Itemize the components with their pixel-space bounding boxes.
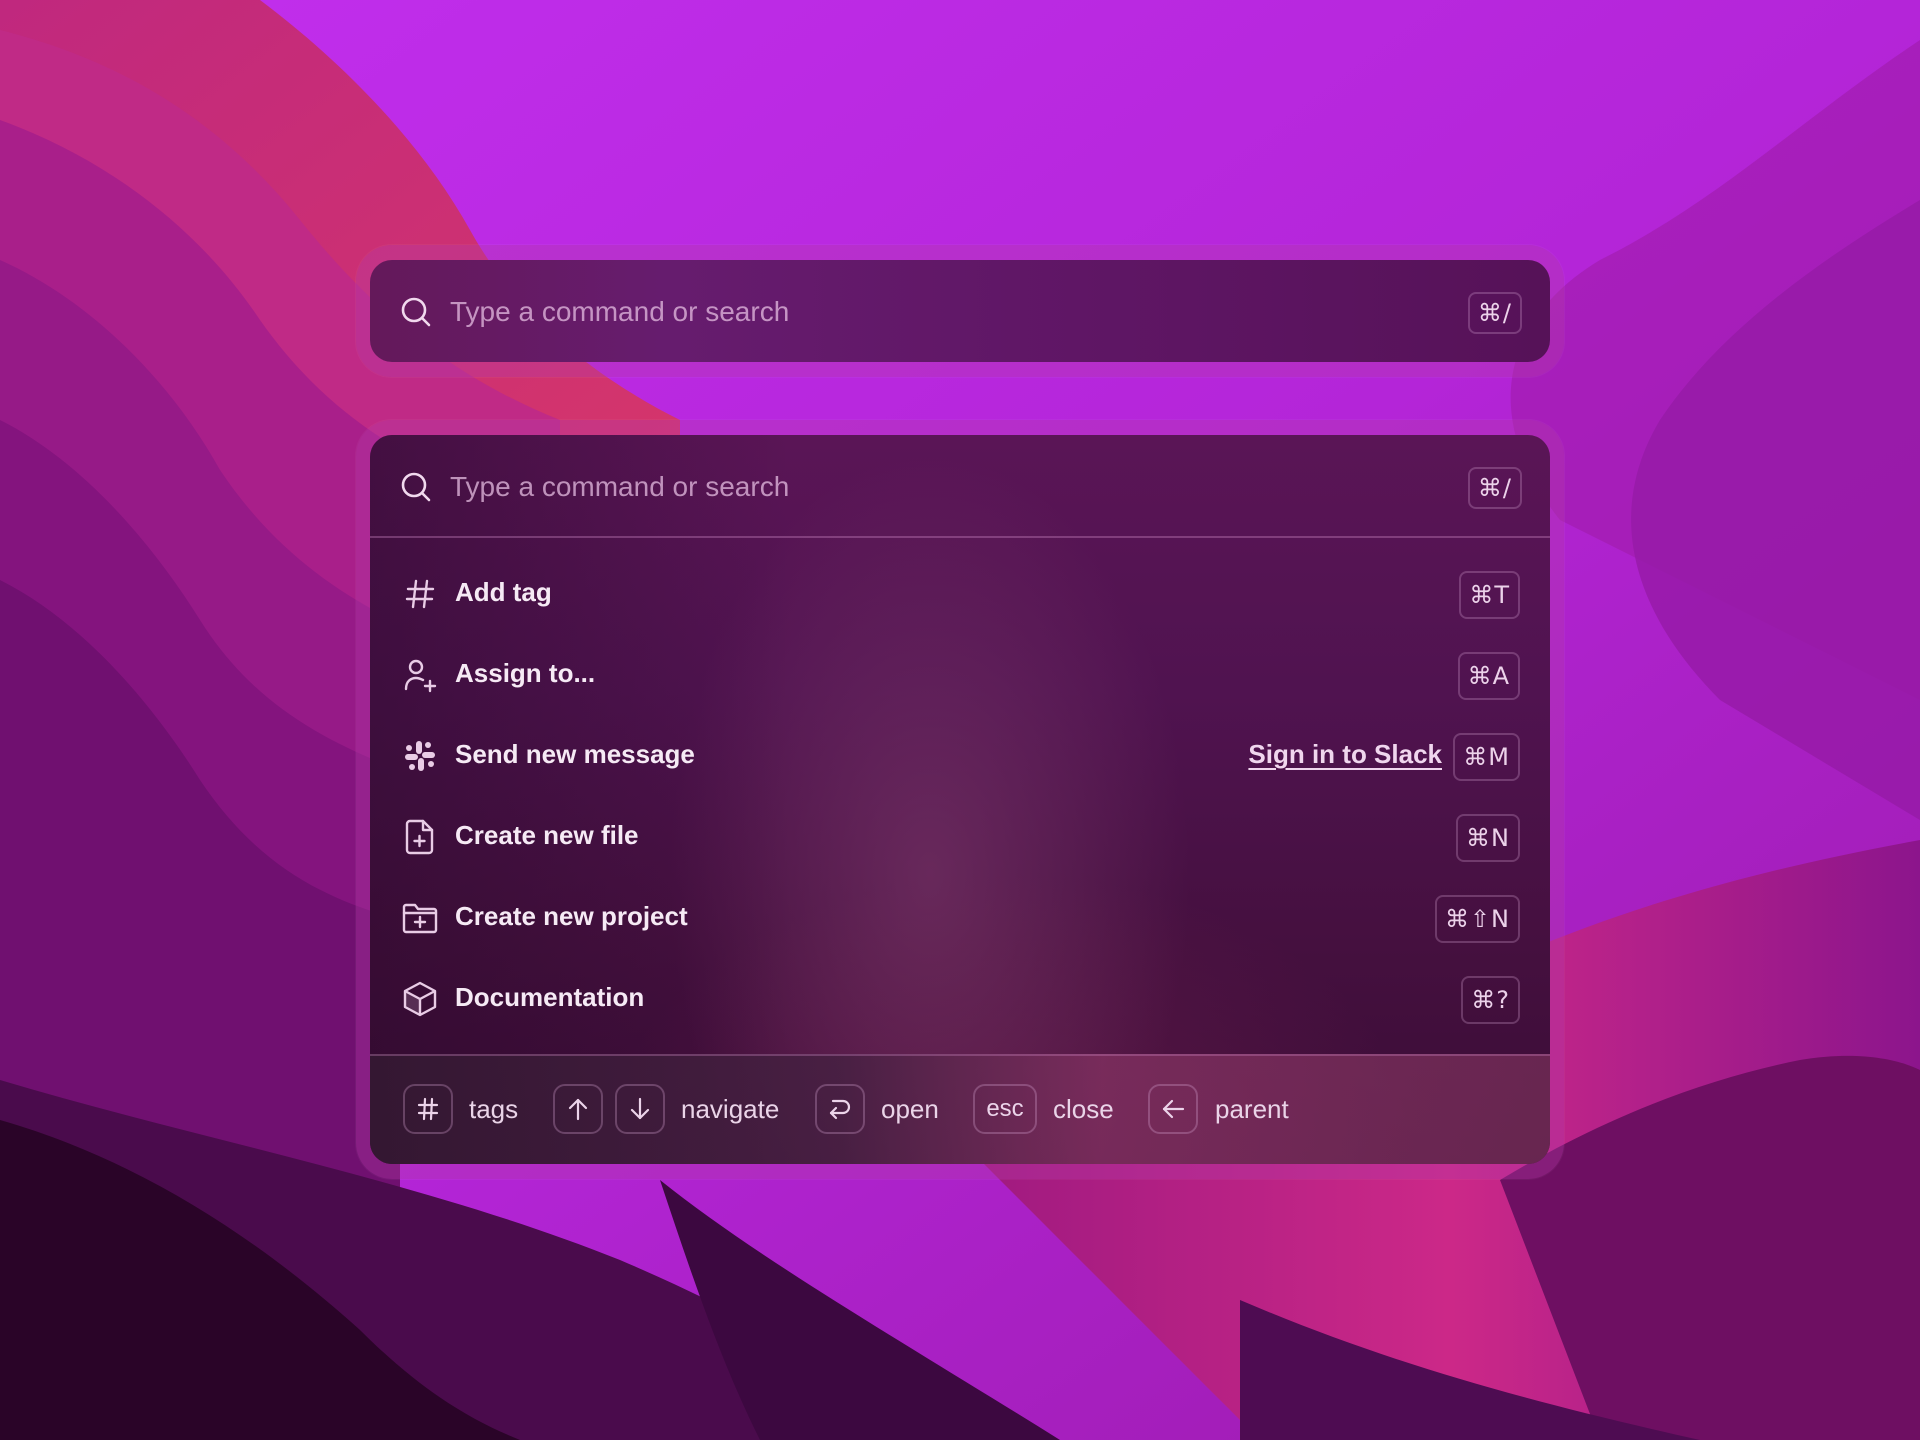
file-plus-icon — [402, 819, 438, 855]
navigate-hint-label: navigate — [681, 1094, 780, 1124]
search-icon — [401, 472, 431, 502]
arrow-up-icon — [568, 1098, 588, 1121]
cube-icon — [402, 981, 438, 1017]
command-label: Create new project — [455, 901, 688, 931]
user-plus-icon — [402, 657, 438, 693]
return-icon — [829, 1099, 851, 1120]
arrow-up-key — [553, 1084, 603, 1134]
arrow-down-key — [615, 1084, 665, 1134]
palette-search-row: ⌘/ — [370, 435, 1550, 537]
search-row: ⌘/ — [370, 260, 1550, 362]
sign-in-slack-link[interactable]: Sign in to Slack — [1248, 739, 1442, 770]
command-item-add-tag[interactable]: Add tag ⌘T — [370, 553, 1550, 634]
shortcut-badge: ⌘M — [1453, 733, 1520, 781]
command-label: Documentation — [455, 982, 645, 1012]
shortcut-badge: ⌘A — [1457, 652, 1520, 700]
command-label: Add tag — [455, 577, 552, 607]
command-palette-frame: ⌘/ Add tag ⌘T — [356, 420, 1564, 1179]
shortcut-badge: ⌘? — [1461, 976, 1520, 1024]
shortcut-badge: ⌘/ — [1467, 292, 1522, 334]
close-hint-label: close — [1053, 1094, 1114, 1124]
command-label: Assign to... — [455, 658, 596, 688]
shortcut-badge: ⌘N — [1456, 814, 1520, 862]
palette-search-input[interactable] — [448, 463, 1352, 511]
slack-icon — [402, 738, 438, 774]
arrow-left-key — [1148, 1084, 1198, 1134]
command-item-create-project[interactable]: Create new project ⌘⇧N — [370, 877, 1550, 958]
command-label: Create new file — [455, 820, 639, 850]
return-key — [815, 1084, 865, 1134]
command-item-documentation[interactable]: Documentation ⌘? — [370, 958, 1550, 1039]
search-bar-frame: ⌘/ — [356, 245, 1564, 377]
search-divider — [370, 536, 1550, 538]
search-bar[interactable]: ⌘/ — [370, 260, 1550, 362]
tags-hint-label: tags — [469, 1094, 519, 1124]
shortcut-badge: ⌘⇧N — [1434, 895, 1520, 943]
command-list: Add tag ⌘T Assign to... ⌘A Send new mess… — [370, 553, 1550, 1039]
search-icon — [401, 297, 431, 327]
command-palette: ⌘/ Add tag ⌘T — [370, 435, 1550, 1164]
open-hint-label: open — [881, 1094, 939, 1124]
shortcut-badge: ⌘T — [1459, 571, 1520, 619]
arrow-down-icon — [630, 1097, 650, 1120]
command-label: Send new message — [455, 739, 695, 769]
keyboard-hints-footer: tags navigate open esc close parent — [370, 1054, 1550, 1164]
hash-icon — [417, 1097, 439, 1121]
folder-plus-icon — [402, 900, 438, 936]
command-item-create-file[interactable]: Create new file ⌘N — [370, 796, 1550, 877]
hash-icon — [402, 576, 438, 612]
parent-hint-label: parent — [1215, 1094, 1289, 1124]
command-item-send-message[interactable]: Send new message Sign in to Slack ⌘M — [370, 715, 1550, 796]
arrow-left-icon — [1162, 1099, 1185, 1119]
tags-key — [403, 1084, 453, 1134]
search-input[interactable] — [448, 288, 1352, 336]
esc-key: esc — [973, 1084, 1037, 1134]
footer-divider — [370, 1054, 1550, 1056]
shortcut-badge: ⌘/ — [1467, 467, 1522, 509]
command-item-assign-to[interactable]: Assign to... ⌘A — [370, 634, 1550, 715]
